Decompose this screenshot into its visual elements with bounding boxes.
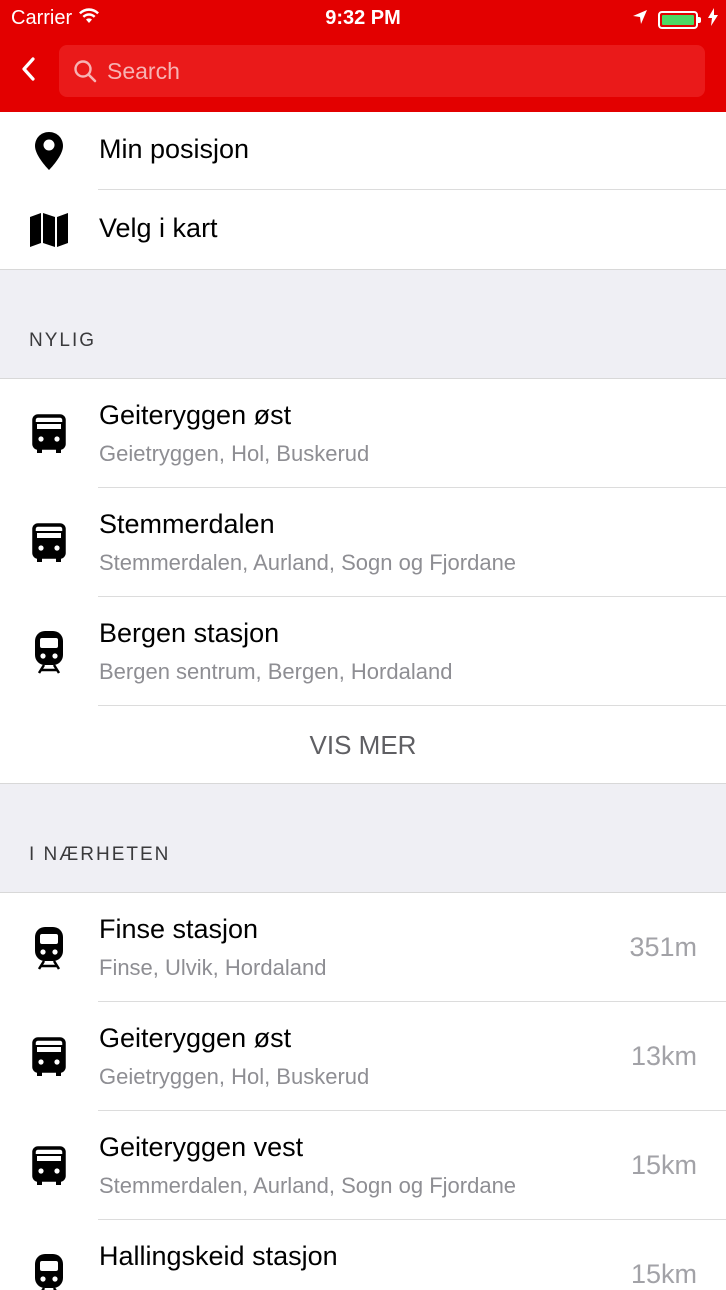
navigation-header: Carrier 9:32 PM — [0, 0, 726, 112]
bus-icon — [28, 1146, 70, 1186]
stop-name: Hallingskeid stasjon — [99, 1241, 338, 1271]
stop-name: Geiteryggen vest — [99, 1132, 304, 1162]
search-bar[interactable] — [59, 45, 705, 97]
quick-action-label: Min posisjon — [99, 134, 250, 164]
stop-distance: 351m — [629, 932, 697, 962]
list-item[interactable]: Geiteryggen øst Geietryggen, Hol, Busker… — [0, 379, 726, 488]
status-bar: Carrier 9:32 PM — [0, 0, 726, 38]
stop-location: Geietryggen, Hol, Buskerud — [99, 1064, 370, 1089]
section-header-recent: NYLIG — [0, 269, 726, 379]
stop-distance: 13km — [630, 1041, 697, 1071]
quick-action-choose-on-map[interactable]: Velg i kart — [0, 190, 726, 269]
stop-name: Geiteryggen øst — [99, 1023, 292, 1053]
stop-location: Stemmerdalen, Aurland, Sogn og Fjordane — [99, 550, 517, 575]
list-item[interactable]: Geiteryggen vest Stemmerdalen, Aurland, … — [0, 1111, 726, 1220]
train-icon — [28, 926, 70, 970]
bus-icon — [28, 414, 70, 454]
train-icon — [28, 630, 70, 674]
bus-icon — [28, 523, 70, 563]
quick-action-my-location[interactable]: Min posisjon — [0, 112, 726, 190]
back-button[interactable] — [12, 52, 44, 86]
list-item[interactable]: Bergen stasjon Bergen sentrum, Bergen, H… — [0, 597, 726, 706]
battery-icon — [658, 10, 701, 29]
stop-name: Finse stasjon — [99, 914, 259, 944]
section-title: NYLIG — [29, 330, 97, 351]
bus-icon — [28, 1037, 70, 1077]
stop-name: Bergen stasjon — [99, 618, 280, 648]
train-icon — [28, 1253, 70, 1290]
stop-location: Finse, Ulvik, Hordaland — [99, 955, 327, 980]
chevron-left-icon — [22, 57, 35, 81]
search-input[interactable] — [107, 57, 667, 85]
map-icon — [28, 212, 70, 248]
stop-distance: 15km — [630, 1150, 697, 1180]
search-icon — [74, 60, 97, 83]
section-header-nearby: I NÆRHETEN — [0, 783, 726, 893]
quick-action-label: Velg i kart — [99, 213, 218, 243]
list-item[interactable]: Hallingskeid stasjon 15km — [0, 1220, 726, 1290]
charging-bolt-icon — [708, 8, 718, 31]
location-pin-icon — [28, 131, 70, 171]
list-item[interactable]: Stemmerdalen Stemmerdalen, Aurland, Sogn… — [0, 488, 726, 597]
list-item[interactable]: Finse stasjon Finse, Ulvik, Hordaland 35… — [0, 893, 726, 1002]
show-more-button[interactable]: VIS MER — [0, 730, 726, 761]
stop-name: Geiteryggen øst — [99, 400, 292, 430]
stop-location: Stemmerdalen, Aurland, Sogn og Fjordane — [99, 1173, 517, 1198]
section-title: I NÆRHETEN — [29, 844, 171, 865]
stop-name: Stemmerdalen — [99, 509, 275, 539]
stop-location: Geietryggen, Hol, Buskerud — [99, 441, 370, 466]
list-item[interactable]: Geiteryggen øst Geietryggen, Hol, Busker… — [0, 1002, 726, 1111]
clock: 9:32 PM — [325, 7, 401, 29]
show-more-row[interactable]: VIS MER — [0, 706, 726, 784]
location-arrow-icon — [632, 9, 648, 30]
stop-distance: 15km — [630, 1259, 697, 1289]
stop-location: Bergen sentrum, Bergen, Hordaland — [99, 659, 453, 684]
